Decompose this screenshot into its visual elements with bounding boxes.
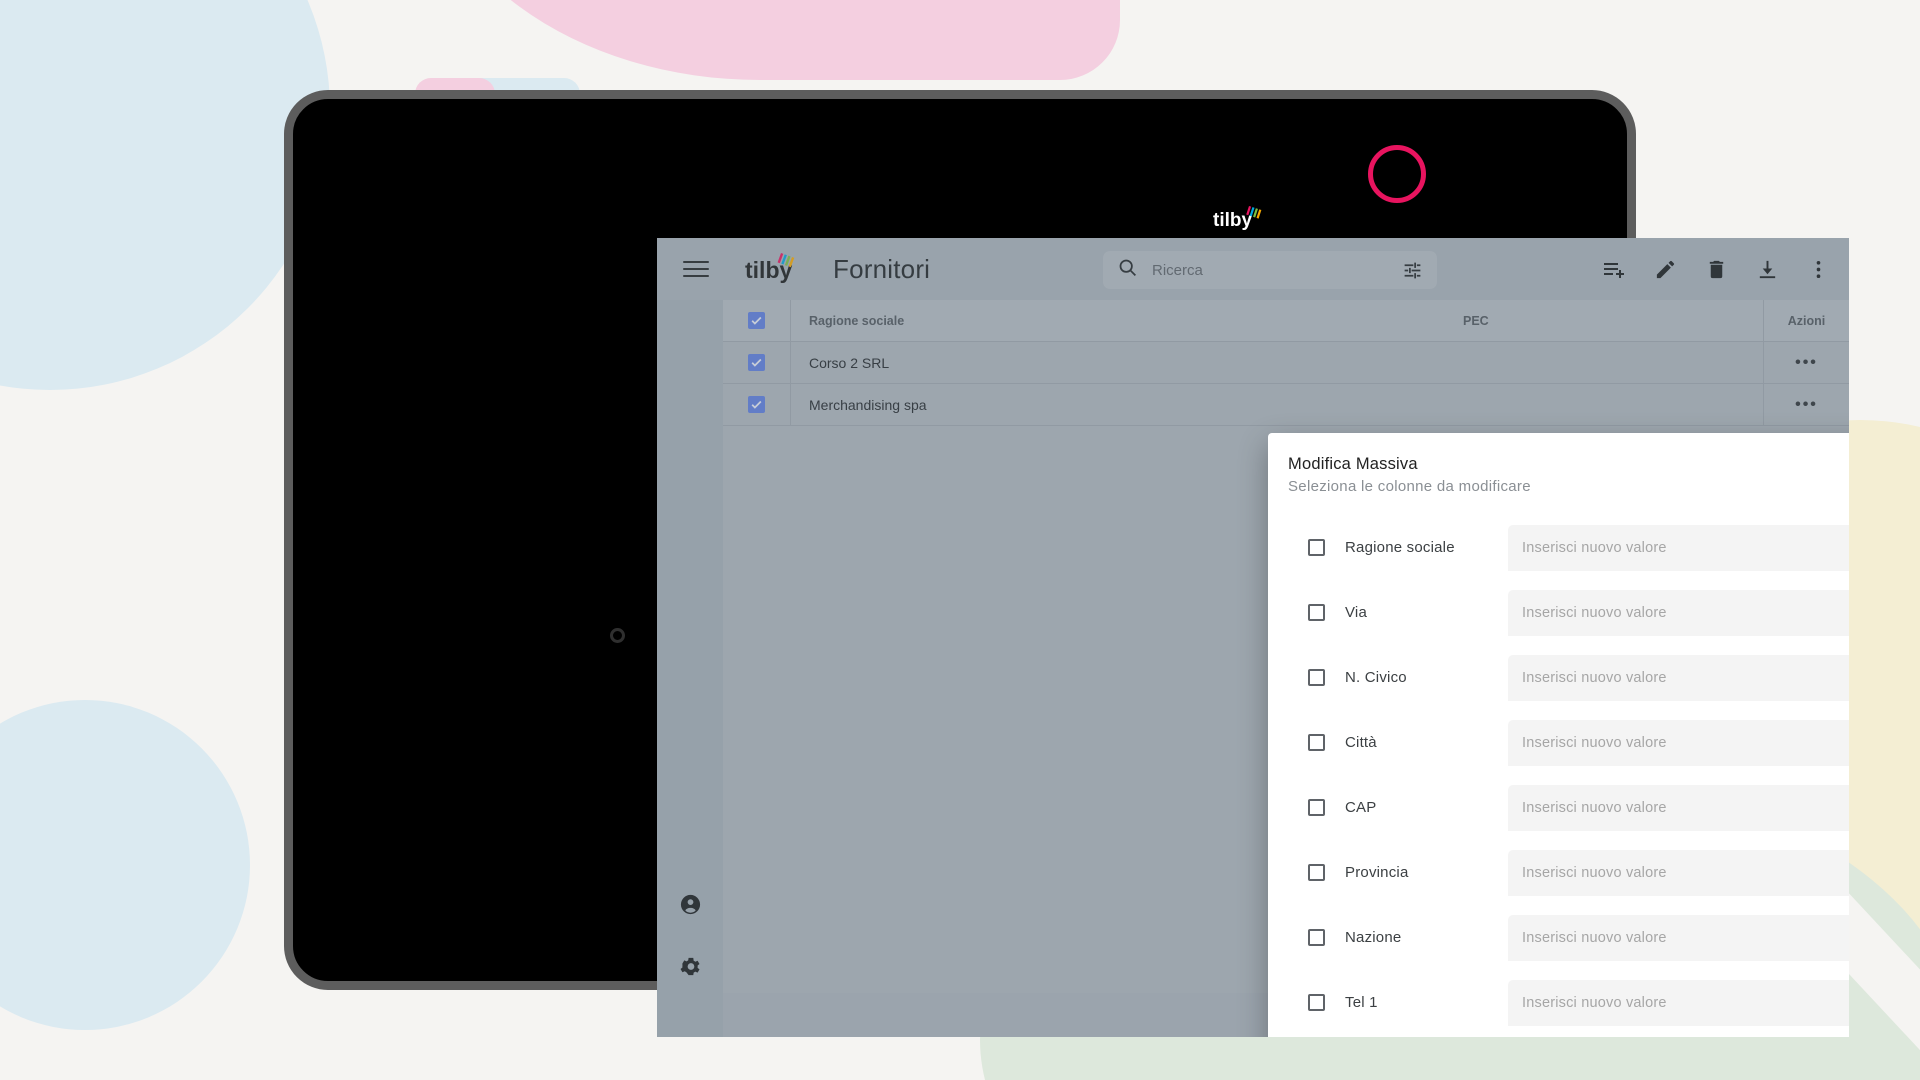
download-icon[interactable]: [1754, 256, 1780, 282]
dialog-title: Modifica Massiva: [1288, 455, 1418, 473]
field-label: Tel 1: [1345, 994, 1378, 1011]
decorative-shape-pink: [420, 0, 1120, 80]
search-input[interactable]: Ricerca: [1152, 262, 1203, 279]
hamburger-menu-icon[interactable]: [683, 256, 709, 282]
field-input-via[interactable]: Inserisci nuovo valore: [1508, 589, 1849, 636]
dialog-subtitle: Seleziona le colonne da modificare: [1288, 478, 1531, 495]
dialog-scroll-area[interactable]: Ragione sociale Inserisci nuovo valore V…: [1290, 515, 1849, 1037]
tilby-logo-white: tilby: [1209, 204, 1279, 234]
field-label: Provincia: [1345, 864, 1409, 881]
dialog-header: Modifica Massiva Seleziona le colonne da…: [1268, 433, 1849, 501]
field-label: Ragione sociale: [1345, 539, 1455, 556]
tune-icon[interactable]: [1402, 260, 1423, 286]
settings-gear-icon[interactable]: [677, 953, 703, 979]
edit-action-highlight-ring: [1368, 145, 1426, 203]
field-left-ragione-sociale: Ragione sociale: [1290, 539, 1508, 556]
field-row-n-civico: N. Civico Inserisci nuovo valore: [1290, 645, 1849, 710]
checkbox-checked-icon: [748, 354, 765, 371]
field-input-ragione-sociale[interactable]: Inserisci nuovo valore: [1508, 524, 1849, 571]
field-label: Città: [1345, 734, 1377, 751]
column-header-ragione-sociale[interactable]: Ragione sociale: [791, 314, 1039, 328]
checkbox-checked-icon: [748, 312, 765, 329]
field-label: Nazione: [1345, 929, 1402, 946]
svg-text:tilby: tilby: [745, 257, 792, 283]
select-all-checkbox[interactable]: [723, 300, 791, 341]
column-header-pec[interactable]: PEC: [1463, 314, 1763, 328]
camera-dot: [610, 628, 625, 643]
cell-ragione-sociale: Corso 2 SRL: [809, 354, 890, 371]
column-header-azioni: Azioni: [1763, 300, 1849, 341]
checkbox-unchecked-icon[interactable]: [1308, 539, 1325, 556]
checkbox-unchecked-icon[interactable]: [1308, 734, 1325, 751]
trash-icon[interactable]: [1703, 256, 1729, 282]
field-left-n-civico: N. Civico: [1290, 669, 1508, 686]
field-row-tel-2: Tel 2 Inserisci nuovo valore: [1290, 1035, 1849, 1037]
field-row-provincia: Provincia Inserisci nuovo valore: [1290, 840, 1849, 905]
toolbar-actions: [1601, 238, 1831, 300]
cell-ragione-sociale: Merchandising spa: [809, 396, 927, 413]
svg-text:tilby: tilby: [1213, 210, 1252, 231]
checkbox-unchecked-icon[interactable]: [1308, 669, 1325, 686]
row-checkbox[interactable]: [723, 342, 791, 383]
row-checkbox[interactable]: [723, 384, 791, 425]
search-bar[interactable]: Ricerca: [1103, 251, 1437, 289]
checkbox-checked-icon: [748, 396, 765, 413]
row-actions-button[interactable]: •••: [1763, 384, 1849, 425]
field-left-cap: CAP: [1290, 799, 1508, 816]
more-vert-icon[interactable]: [1805, 256, 1831, 282]
field-label: CAP: [1345, 799, 1377, 816]
edit-pencil-icon[interactable]: [1652, 256, 1678, 282]
app-screen: Ragione sociale PEC Azioni Corso 2 SRL •…: [657, 238, 1849, 1037]
field-left-nazione: Nazione: [1290, 929, 1508, 946]
decorative-circle-blue-2: [0, 700, 250, 1030]
field-input-provincia[interactable]: Inserisci nuovo valore: [1508, 849, 1849, 896]
decorative-circle-blue: [0, 0, 330, 390]
table-row[interactable]: Merchandising spa •••: [723, 384, 1849, 426]
field-row-tel-1: Tel 1 Inserisci nuovo valore: [1290, 970, 1849, 1035]
field-left-provincia: Provincia: [1290, 864, 1508, 881]
checkbox-unchecked-icon[interactable]: [1308, 604, 1325, 621]
tablet-device-frame: tilby Ragione sociale PEC Azioni Corso 2…: [284, 90, 1849, 1037]
app-top-bar: tilby Fornitori Ricerca: [657, 238, 1849, 300]
row-actions-button[interactable]: •••: [1763, 342, 1849, 383]
page-title: Fornitori: [833, 253, 931, 284]
checkbox-unchecked-icon[interactable]: [1308, 994, 1325, 1011]
checkbox-unchecked-icon[interactable]: [1308, 864, 1325, 881]
checkbox-unchecked-icon[interactable]: [1308, 929, 1325, 946]
checkbox-unchecked-icon[interactable]: [1308, 799, 1325, 816]
dialog-body: Ragione sociale Inserisci nuovo valore V…: [1268, 501, 1849, 1037]
field-row-cap: CAP Inserisci nuovo valore: [1290, 775, 1849, 840]
field-row-citta: Città Inserisci nuovo valore: [1290, 710, 1849, 775]
tilby-logo: tilby: [745, 252, 807, 286]
search-icon: [1117, 257, 1138, 283]
table-header-row: Ragione sociale PEC Azioni: [723, 300, 1849, 342]
left-rail: [657, 300, 723, 1037]
bulk-edit-dialog: Modifica Massiva Seleziona le colonne da…: [1268, 433, 1849, 1037]
field-label: Via: [1345, 604, 1368, 621]
field-input-n-civico[interactable]: Inserisci nuovo valore: [1508, 654, 1849, 701]
field-left-tel-1: Tel 1: [1290, 994, 1508, 1011]
field-input-citta[interactable]: Inserisci nuovo valore: [1508, 719, 1849, 766]
field-row-via: Via Inserisci nuovo valore: [1290, 580, 1849, 645]
field-label: N. Civico: [1345, 669, 1407, 686]
field-input-nazione[interactable]: Inserisci nuovo valore: [1508, 914, 1849, 961]
field-row-nazione: Nazione Inserisci nuovo valore: [1290, 905, 1849, 970]
field-left-via: Via: [1290, 604, 1508, 621]
table-row[interactable]: Corso 2 SRL •••: [723, 342, 1849, 384]
account-icon[interactable]: [677, 891, 703, 917]
field-left-citta: Città: [1290, 734, 1508, 751]
field-input-cap[interactable]: Inserisci nuovo valore: [1508, 784, 1849, 831]
field-row-ragione-sociale: Ragione sociale Inserisci nuovo valore: [1290, 515, 1849, 580]
playlist-add-icon[interactable]: [1601, 256, 1627, 282]
field-input-tel-1[interactable]: Inserisci nuovo valore: [1508, 979, 1849, 1026]
